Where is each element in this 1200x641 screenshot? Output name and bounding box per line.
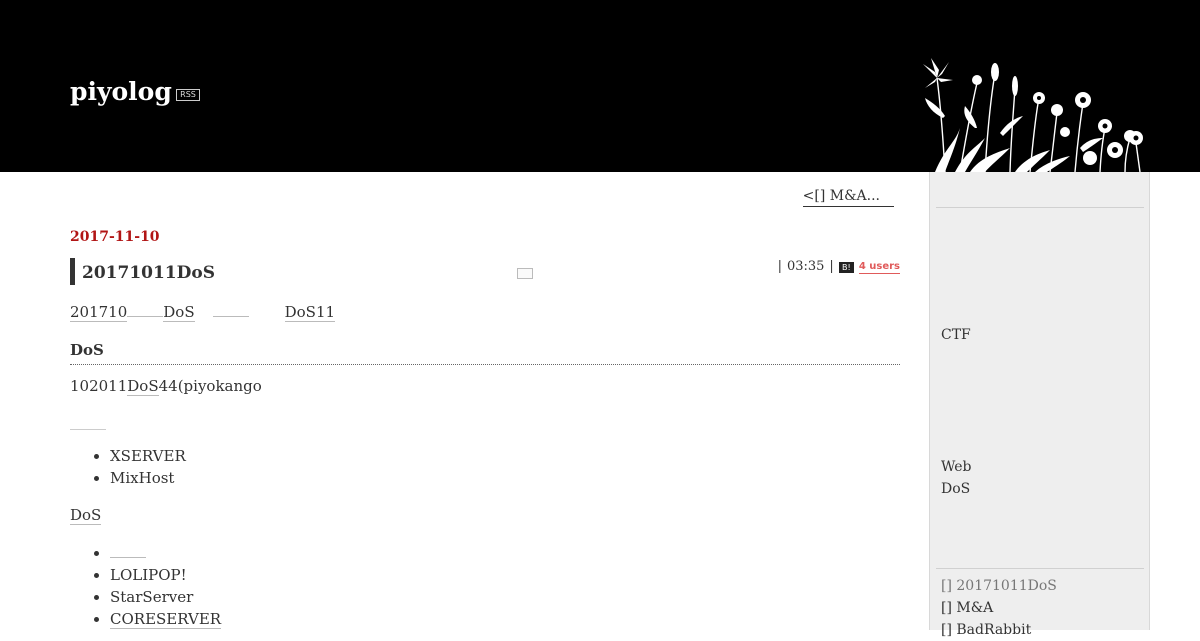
rss-icon[interactable]: RSS — [176, 89, 200, 101]
list-item: LOLIPOP! — [110, 564, 221, 586]
sidebar-profile-text: Web — [941, 459, 972, 475]
sidebar-recent-entry[interactable]: [] BadRabbit — [941, 619, 1031, 641]
sidebar-divider — [936, 207, 1144, 208]
sidebar-divider — [936, 568, 1144, 569]
list-item: XSERVER — [110, 445, 186, 467]
entry-paragraph-2: 102011DoS44(piyokango — [70, 375, 262, 397]
list-item: CORESERVER — [110, 608, 222, 630]
inline-link[interactable]: CORESERVER — [110, 610, 222, 629]
entry-title[interactable]: 20171011DoS — [82, 261, 215, 285]
sidebar: CTF Web DoS [] 20171011DoS [] M&A [] Bad… — [929, 172, 1150, 638]
list-item: StarServer — [110, 586, 221, 608]
inline-link[interactable] — [127, 300, 164, 317]
entry-date[interactable]: 2017-11-10 — [70, 228, 160, 246]
blog-header: piyolog RSS — [0, 0, 1200, 172]
entry-meta: | 03:35 | B! 4 users — [778, 258, 900, 276]
paragraph-text: 44(piyokango — [158, 377, 262, 395]
section-heading: DoS — [70, 339, 900, 365]
inline-link[interactable] — [110, 541, 146, 558]
entry-paragraph-3: DoS — [70, 504, 102, 526]
inline-link[interactable]: DoS — [70, 506, 102, 525]
sidebar-recent-entry[interactable]: [] M&A — [941, 597, 993, 619]
inline-link[interactable]: 201710 — [70, 303, 128, 322]
image-icon — [517, 268, 533, 279]
sidebar-profile-text: DoS — [941, 481, 971, 497]
blog-title-link[interactable]: piyolog — [70, 74, 172, 110]
inline-link[interactable]: DoS11 — [284, 303, 336, 322]
inline-link[interactable]: DoS — [127, 377, 159, 396]
inline-link[interactable] — [212, 300, 249, 317]
inline-link[interactable] — [70, 429, 106, 430]
hatena-bookmark-icon[interactable]: B! — [838, 261, 854, 273]
prev-entry-link[interactable]: <[] M&A... — [802, 186, 894, 207]
entry-time[interactable]: 03:35 — [787, 258, 824, 276]
sidebar-recent-entry[interactable]: [] 20171011DoS — [941, 575, 1057, 597]
bookmark-users-count[interactable]: 4 users — [858, 261, 900, 274]
server-list-1: XSERVER MixHost — [70, 445, 186, 489]
flower-illustration — [923, 58, 1143, 172]
inline-link[interactable]: DoS — [163, 303, 195, 322]
meta-separator: | — [829, 259, 834, 274]
server-list-2: LOLIPOP! StarServer CORESERVER — [70, 541, 222, 630]
sidebar-profile-text: CTF — [941, 327, 971, 343]
list-item — [110, 541, 221, 564]
meta-separator: | — [777, 259, 782, 274]
paragraph-text: 102011 — [70, 377, 128, 395]
list-item: MixHost — [110, 467, 186, 489]
entry-title-accent — [70, 258, 75, 285]
entry-paragraph-1: 201710 DoS DoS11 — [70, 300, 336, 323]
